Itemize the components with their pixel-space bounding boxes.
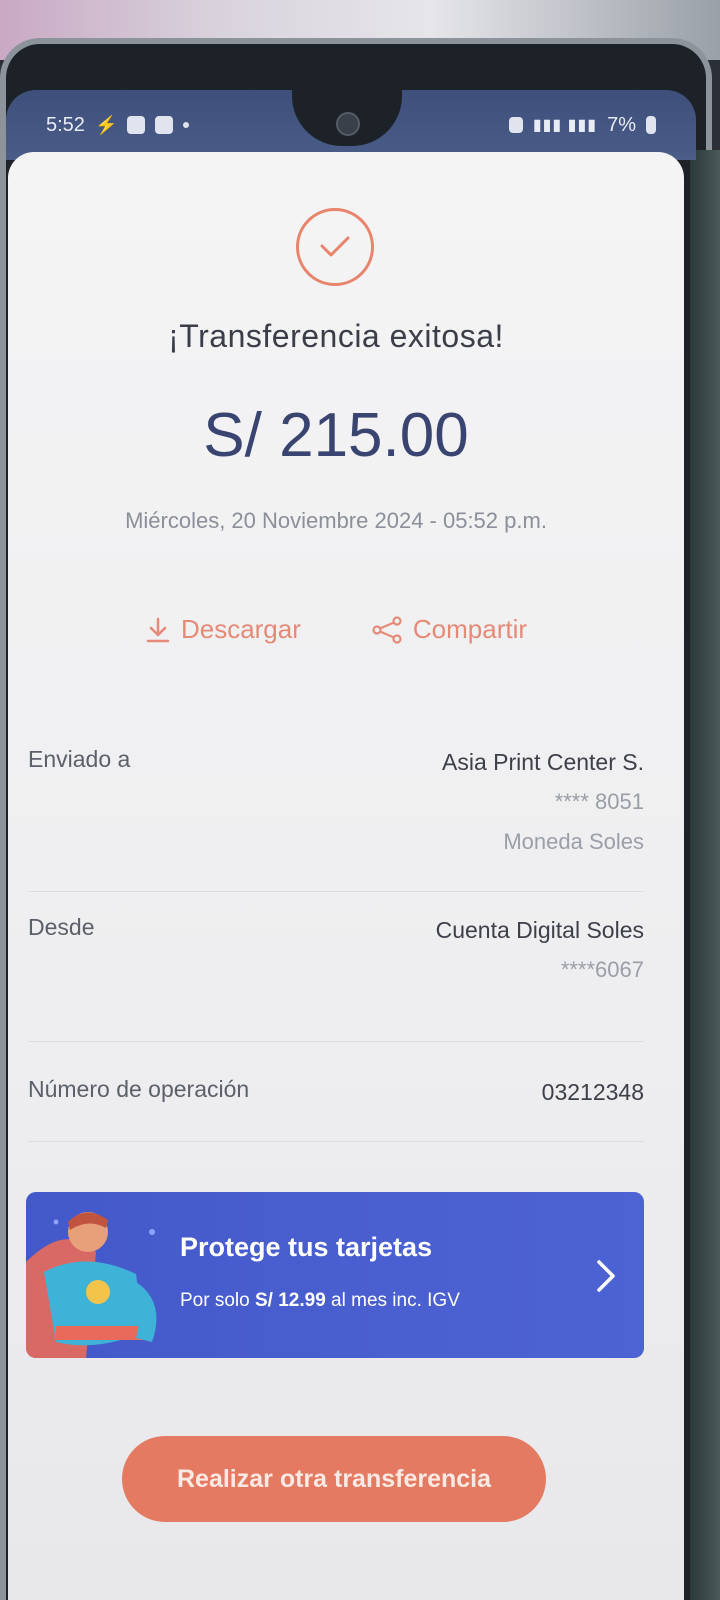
more-notifications-icon: [183, 122, 190, 128]
receipt-screen: ¡Transferencia exitosa! S/ 215.00 Miérco…: [8, 152, 684, 1600]
recipient-account: **** 8051: [554, 789, 644, 814]
share-icon: [372, 615, 402, 644]
media-notification-icon: [155, 116, 174, 134]
battery-icon: [646, 116, 656, 134]
promo-title: Protege tus tarjetas: [180, 1232, 433, 1262]
alarm-icon: [508, 117, 523, 133]
promo-subtitle: Por solo S/ 12.99 al mes inc. IGV: [180, 1290, 460, 1312]
promo-sub-suffix: al mes inc. IGV: [325, 1290, 460, 1311]
bolt-icon: ⚡: [94, 114, 118, 135]
status-time: 5:52: [46, 113, 85, 136]
operation-values: 03212348: [542, 1072, 644, 1112]
success-title: ¡Transferencia exitosa!: [168, 318, 504, 354]
source-label: Desde: [28, 914, 95, 940]
operation-label: Número de operación: [28, 1076, 250, 1102]
recipient-values: Asia Print Center S. **** 8051 Moneda So…: [442, 742, 644, 862]
promo-sub-prefix: Por solo: [180, 1290, 255, 1311]
new-transfer-button[interactable]: Realizar otra transferencia: [122, 1436, 546, 1522]
success-check-icon: [296, 208, 374, 286]
transfer-datetime: Miércoles, 20 Noviembre 2024 - 05:52 p.m…: [125, 508, 547, 533]
promo-price: S/ 12.99: [254, 1290, 326, 1311]
photo-edge: [690, 150, 720, 1600]
source-account: ****6067: [560, 957, 644, 982]
chevron-right-icon: [597, 1260, 615, 1292]
download-icon: [146, 617, 170, 642]
source-values: Cuenta Digital Soles ****6067: [436, 910, 644, 990]
source-account-name: Cuenta Digital Soles: [435, 917, 644, 943]
front-camera: [336, 112, 360, 136]
detail-row-operation: Número de operación 03212348: [28, 1072, 644, 1142]
promo-banner[interactable]: Protege tus tarjetas Por solo S/ 12.99 a…: [26, 1192, 644, 1358]
receipt-actions: Descargar Compartir: [8, 614, 664, 645]
detail-row-source: Desde Cuenta Digital Soles ****6067: [28, 910, 644, 1042]
battery-level: 7%: [607, 113, 636, 136]
transfer-details: Enviado a Asia Print Center S. **** 8051…: [28, 742, 644, 1142]
app-notification-icon: [127, 116, 146, 134]
share-button[interactable]: Compartir: [371, 614, 527, 645]
download-label: Descargar: [180, 614, 301, 644]
recipient-label: Enviado a: [28, 746, 131, 772]
status-right: ▮▮▮ ▮▮▮ 7%: [508, 113, 656, 137]
detail-row-recipient: Enviado a Asia Print Center S. **** 8051…: [28, 742, 644, 892]
operation-number: 03212348: [541, 1079, 644, 1105]
recipient-name: Asia Print Center S.: [442, 749, 644, 775]
transfer-amount: S/ 215.00: [203, 401, 469, 470]
share-label: Compartir: [412, 614, 528, 644]
signal-icon: ▮▮▮ ▮▮▮: [532, 117, 598, 134]
recipient-currency: Moneda Soles: [503, 829, 644, 854]
status-left: 5:52 ⚡: [46, 113, 190, 137]
superhero-illustration: [26, 1212, 157, 1358]
download-button[interactable]: Descargar: [145, 614, 301, 645]
